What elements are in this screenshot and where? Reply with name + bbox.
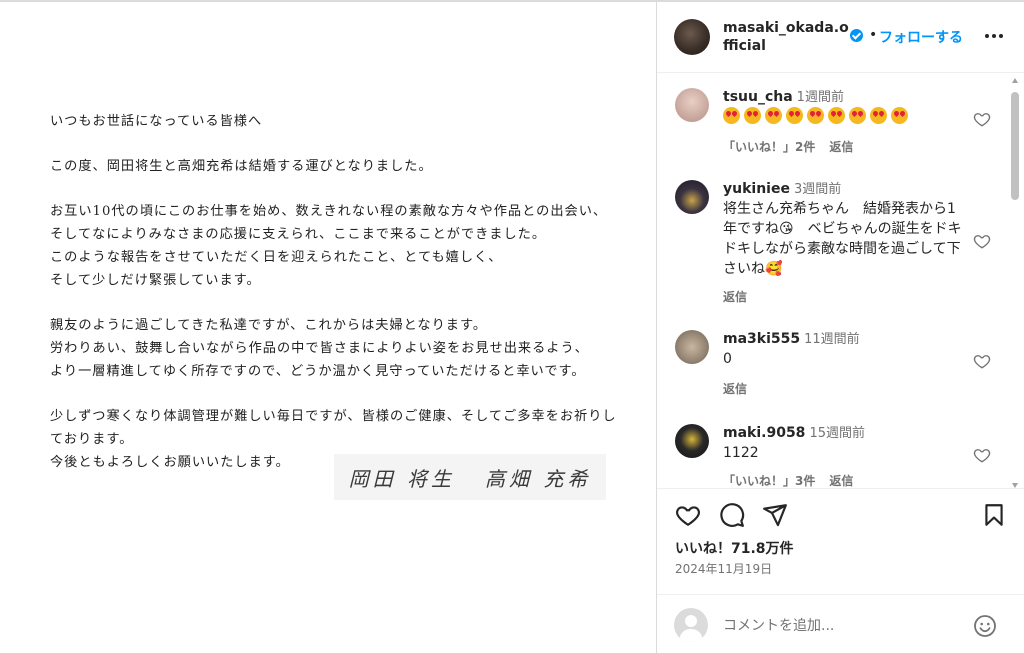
letter-line: そして少しだけ緊張しています。 — [50, 273, 261, 288]
comment-username[interactable]: yukiniee — [723, 181, 790, 197]
post-image[interactable]: いつもお世話になっている皆様へこの度、岡田将生と高畑充希は結婚する運びとなりまし… — [0, 2, 656, 653]
follow-button[interactable]: フォローする — [879, 27, 963, 47]
heart-eyes-emoji-icon — [828, 107, 845, 124]
comment-likes-link[interactable]: 「いいね！」2件 — [723, 140, 815, 154]
letter-line: お互い10代の頃にこのお仕事を始め、数えきれない程の素敵な方々や作品との出会い、 — [50, 204, 608, 219]
scroll-up-arrow-icon[interactable] — [1012, 78, 1018, 83]
reply-button[interactable]: 返信 — [829, 140, 853, 154]
comment-header: maki.9058 15週間前 — [723, 424, 865, 443]
letter-line: 労わりあい、鼓舞し合いながら作品の中で皆さまによりよい姿をお見せ出来るよう、 — [50, 341, 589, 356]
divider — [657, 594, 1024, 595]
letter-line: このような報告をさせていただく日を迎えられたこと、とても嬉しく、 — [50, 250, 503, 265]
separator-dot: • — [869, 27, 878, 43]
post-side-panel: masaki_okada.official • フォローする tsuu_cha 1… — [656, 2, 1024, 653]
bookmark-icon[interactable] — [981, 502, 1007, 528]
letter-line: 少しずつ寒くなり体調管理が難しい毎日ですが、皆様のご健康、そしてご多幸をお祈りし — [50, 409, 617, 424]
smile-icon[interactable] — [973, 614, 997, 638]
heart-icon[interactable] — [675, 502, 701, 528]
comment-like-heart-icon[interactable] — [973, 110, 991, 128]
scroll-thumb[interactable] — [1011, 92, 1019, 200]
verified-badge-icon — [850, 29, 863, 42]
letter-line: いつもお世話になっている皆様へ — [50, 114, 263, 129]
comment-username[interactable]: maki.9058 — [723, 425, 805, 441]
comment-header: tsuu_cha 1週間前 — [723, 88, 844, 107]
comment-avatar[interactable] — [675, 180, 709, 214]
letter-blank-line — [50, 292, 630, 314]
heart-eyes-emoji-icon — [891, 107, 908, 124]
letter-line: そしてなによりみなさまの応援に支えられ、ここまで来ることができました。 — [50, 227, 547, 242]
heart-eyes-emoji-icon — [849, 107, 866, 124]
signature: 岡田 将生 高畑 充希 — [334, 454, 606, 500]
comment-avatar[interactable] — [675, 88, 709, 122]
comment-avatar[interactable] — [675, 424, 709, 458]
comment-text: 1122 — [723, 445, 759, 461]
comment-text: 将生さん充希ちゃん 結婚発表から1年ですね😘 ベビちゃんの誕生をドキドキしながら… — [723, 201, 962, 277]
comment-meta: 返信 — [723, 288, 761, 305]
likes-count[interactable]: いいね！71.8万件 — [675, 538, 794, 558]
letter-text: いつもお世話になっている皆様へこの度、岡田将生と高畑充希は結婚する運びとなりまし… — [50, 110, 630, 474]
letter-blank-line — [50, 178, 630, 200]
comment-like-heart-icon[interactable] — [973, 352, 991, 370]
comment-meta: 返信 — [723, 380, 761, 397]
comment-username[interactable]: tsuu_cha — [723, 89, 793, 105]
letter-blank-line — [50, 133, 630, 155]
add-comment-bar — [657, 602, 1024, 650]
reply-button[interactable]: 返信 — [829, 474, 853, 488]
comment-input[interactable] — [723, 615, 963, 637]
comment-meta: 「いいね！」2件 返信 — [723, 138, 867, 155]
comment-username[interactable]: ma3ki555 — [723, 331, 800, 347]
user-avatar-icon — [674, 608, 708, 642]
heart-eyes-emoji-icon — [744, 107, 761, 124]
comment-like-heart-icon[interactable] — [973, 232, 991, 250]
action-bar — [657, 502, 1024, 530]
comment-time: 11週間前 — [804, 332, 860, 347]
profile-avatar[interactable] — [674, 19, 710, 55]
letter-line: 親友のように過ごしてきた私達ですが、これからは夫婦となります。 — [50, 318, 488, 333]
comment-text: 0 — [723, 351, 732, 367]
comment-likes-link[interactable]: 「いいね！」3件 — [723, 474, 815, 488]
profile-username[interactable]: masaki_okada.official — [723, 19, 853, 55]
more-options-icon[interactable] — [985, 28, 1005, 44]
comment-header: ma3ki555 11週間前 — [723, 330, 860, 349]
comment-header: yukiniee 3週間前 — [723, 180, 841, 199]
signature-takahata: 高畑 充希 — [485, 466, 592, 491]
post-header: masaki_okada.official • フォローする — [657, 2, 1024, 73]
letter-line: この度、岡田将生と高畑充希は結婚する運びとなりました。 — [50, 159, 433, 174]
heart-eyes-emoji-icon — [723, 107, 740, 124]
comment-icon[interactable] — [719, 502, 745, 528]
send-icon[interactable] — [762, 502, 788, 528]
comments-scrollbar[interactable] — [1011, 78, 1019, 488]
heart-eyes-emoji-icon — [807, 107, 824, 124]
signature-okada: 岡田 将生 — [348, 466, 455, 491]
comment-time: 15週間前 — [809, 426, 865, 441]
letter-line: ております。 — [50, 432, 134, 447]
post-date[interactable]: 2024年11月19日 — [675, 560, 772, 577]
comment-time: 3週間前 — [793, 182, 842, 197]
comments-list: tsuu_cha 1週間前 「いいね！」2件 返信 yukiniee 3週間前 将生さ… — [657, 74, 1024, 488]
letter-blank-line — [50, 383, 630, 405]
letter-line: より一層精進してゆく所存ですので、どうか温かく見守っていただけると幸いです。 — [50, 364, 586, 379]
comment-avatar[interactable] — [675, 330, 709, 364]
comment-meta: 「いいね！」3件 返信 — [723, 472, 867, 488]
heart-eyes-emoji-icon — [870, 107, 887, 124]
reply-button[interactable]: 返信 — [723, 290, 747, 304]
comment-like-heart-icon[interactable] — [973, 446, 991, 464]
heart-eyes-emoji-icon — [765, 107, 782, 124]
comment-time: 1週間前 — [796, 90, 844, 105]
reply-button[interactable]: 返信 — [723, 382, 747, 396]
heart-eyes-emoji-icon — [786, 107, 803, 124]
comment-text — [723, 107, 963, 127]
divider — [657, 488, 1024, 489]
